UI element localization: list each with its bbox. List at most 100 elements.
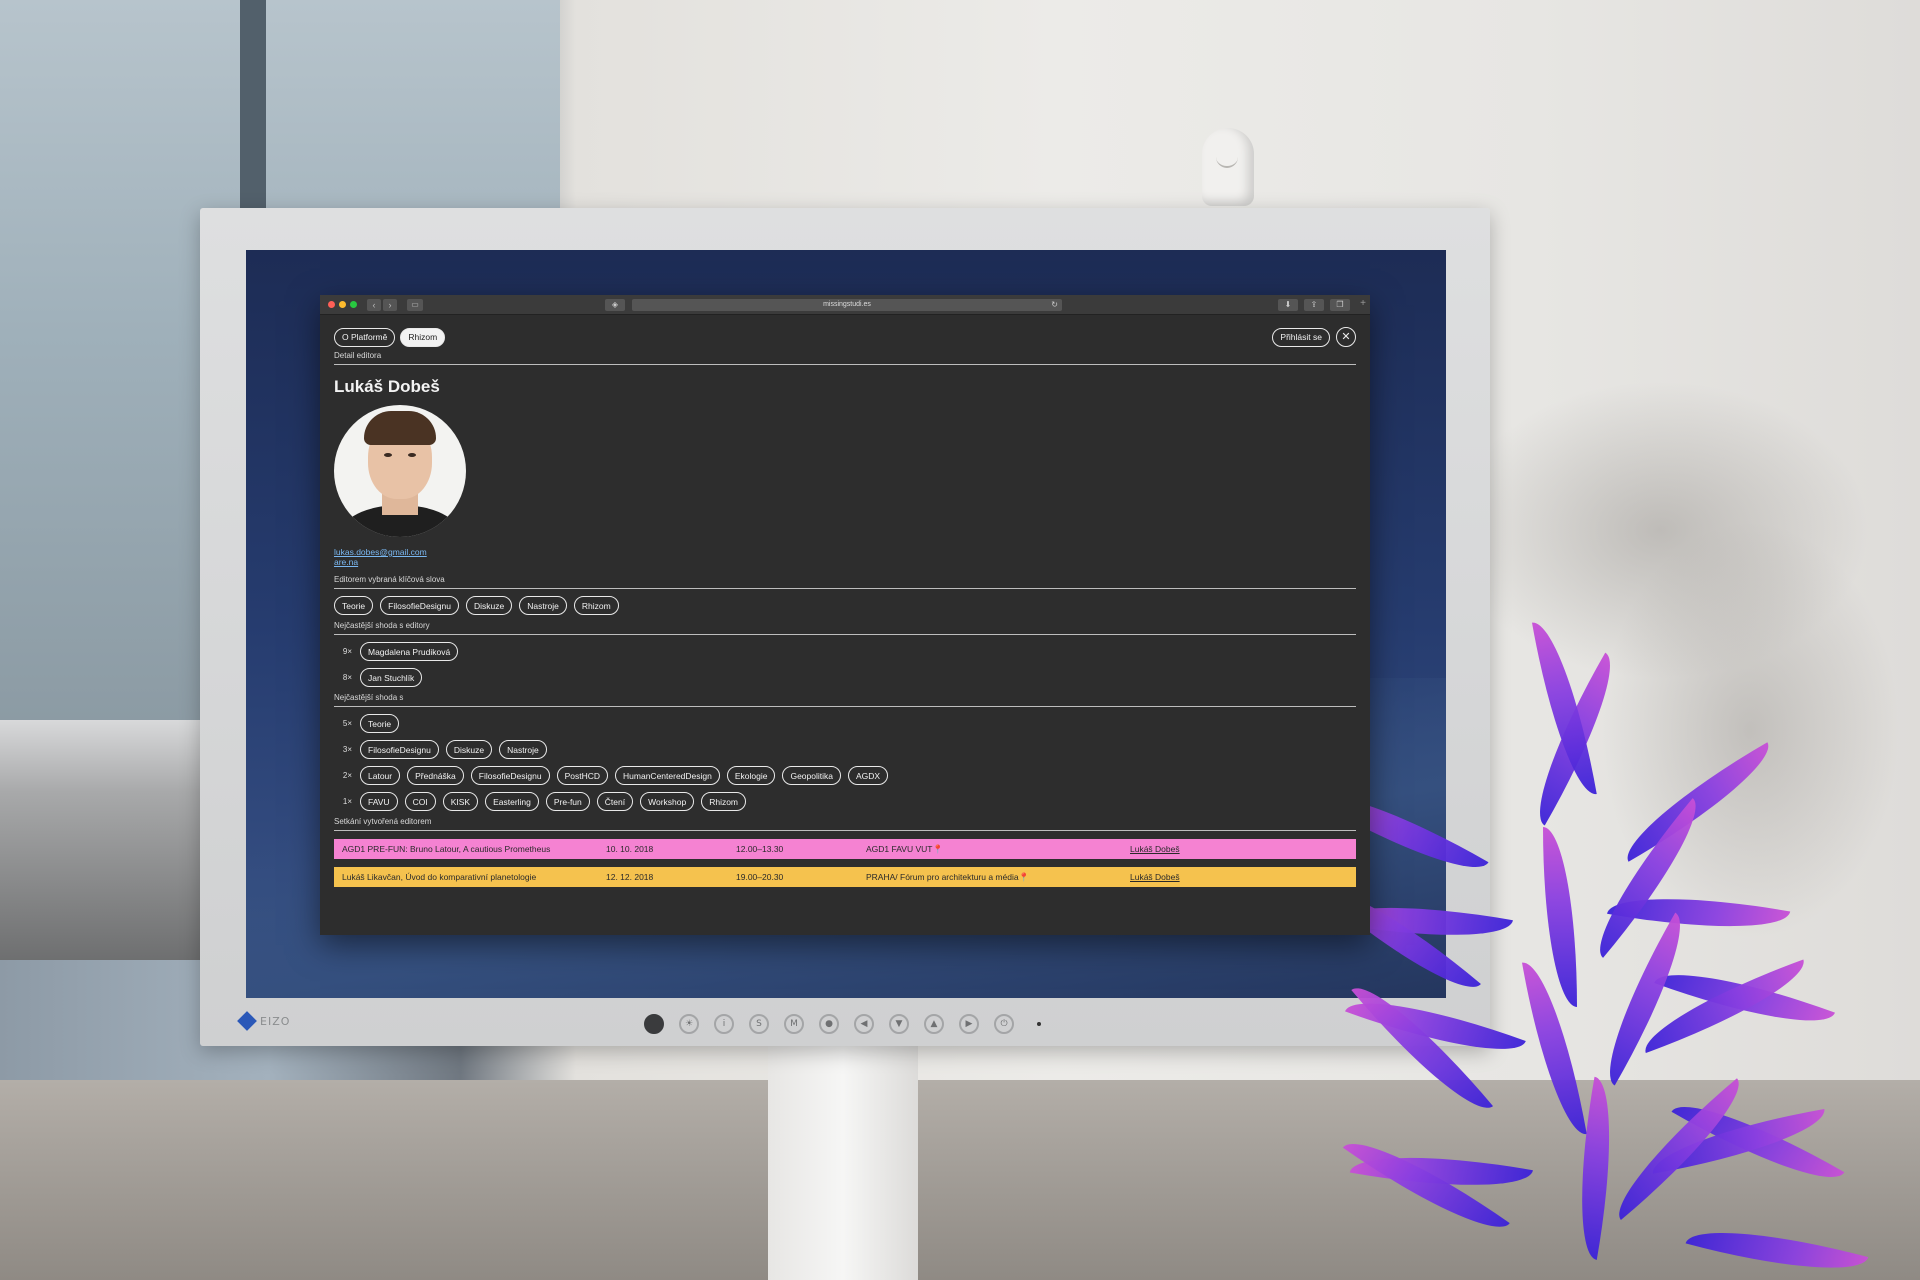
sidebar-toggle-icon[interactable]: ▭ bbox=[407, 298, 423, 311]
match-tag[interactable]: PostHCD bbox=[556, 766, 609, 785]
match-tag[interactable]: HumanCenteredDesign bbox=[615, 766, 720, 785]
event-title: AGD1 PRE-FUN: Bruno Latour, A cautious P… bbox=[342, 844, 551, 854]
location-pin-icon: 📍 bbox=[932, 843, 944, 854]
downloads-icon[interactable]: ⬇ bbox=[1278, 299, 1298, 311]
match-tag[interactable]: Diskuze bbox=[445, 740, 493, 759]
event-row[interactable]: Lukáš Likavčan, Úvod do komparativní pla… bbox=[334, 867, 1356, 887]
event-date: 10. 10. 2018 bbox=[606, 844, 654, 854]
keyword-tag[interactable]: Teorie bbox=[334, 596, 374, 615]
down-button[interactable]: ▼ bbox=[889, 1014, 909, 1034]
editor-match-row: 9× Magdalena Prudiková bbox=[334, 642, 1356, 661]
editor-tag[interactable]: Magdalena Prudiková bbox=[360, 642, 459, 661]
match-tag[interactable]: FilosofieDesignu bbox=[470, 766, 550, 785]
close-icon[interactable]: ✕ bbox=[1336, 327, 1356, 347]
location-pin-icon: 📍 bbox=[1018, 871, 1030, 882]
address-bar[interactable]: missingstudi.es ↻ bbox=[632, 299, 1062, 311]
match-tag[interactable]: Přednáška bbox=[407, 766, 464, 785]
editor-tag[interactable]: Jan Stuchlík bbox=[360, 668, 423, 687]
left-button[interactable]: ◀ bbox=[854, 1014, 874, 1034]
maximize-window-button[interactable] bbox=[350, 301, 357, 308]
brand-logo-icon bbox=[237, 1011, 257, 1031]
match-tag[interactable]: Latour bbox=[360, 766, 401, 785]
monitor-stand bbox=[768, 1040, 918, 1280]
match-tag[interactable]: COI bbox=[404, 792, 436, 811]
event-row[interactable]: AGD1 PRE-FUN: Bruno Latour, A cautious P… bbox=[334, 839, 1356, 859]
match-tag[interactable]: Nastroje bbox=[499, 740, 547, 759]
power-button[interactable]: ⏻ bbox=[994, 1014, 1014, 1034]
keyword-tag[interactable]: Rhizom bbox=[573, 596, 619, 615]
login-button[interactable]: Přihlásit se bbox=[1272, 327, 1330, 347]
enter-button[interactable]: ● bbox=[819, 1014, 839, 1034]
forward-button[interactable]: › bbox=[383, 298, 397, 311]
plant-leaf bbox=[1351, 968, 1494, 1128]
match-count: 8× bbox=[342, 673, 352, 682]
tag-match-row: 1× FAVU COI KISK Easterling Pre-fun Čten… bbox=[334, 792, 1356, 811]
events-heading: Setkání vytvořená editorem bbox=[334, 817, 1356, 831]
m-button[interactable]: M bbox=[784, 1014, 804, 1034]
tag-match-row: 5× Teorie bbox=[334, 714, 1356, 733]
nav-platform-button[interactable]: O Platformě bbox=[334, 327, 396, 347]
tabs-overview-icon[interactable]: ❐ bbox=[1330, 299, 1350, 311]
avatar-hair bbox=[364, 411, 436, 445]
editor-name: Lukáš Dobeš bbox=[334, 377, 440, 396]
right-button[interactable]: ▶ bbox=[959, 1014, 979, 1034]
match-tag[interactable]: Teorie bbox=[360, 714, 400, 733]
match-tag[interactable]: Ekologie bbox=[726, 766, 776, 785]
event-place-text: PRAHA/ Fórum pro architekturu a média bbox=[866, 871, 1019, 882]
keyword-tag[interactable]: FilosofieDesignu bbox=[380, 596, 459, 615]
match-tag[interactable]: KISK bbox=[442, 792, 479, 811]
page-content: O Platformě Rhizom Přihlásit se ✕ Detail… bbox=[320, 315, 1370, 899]
plant-leaf bbox=[1611, 742, 1785, 862]
nav-rhizom-button[interactable]: Rhizom bbox=[400, 327, 446, 347]
top-right-actions: Přihlásit se ✕ bbox=[1272, 327, 1356, 347]
avatar-eye bbox=[408, 453, 416, 457]
match-tag[interactable]: Rhizom bbox=[701, 792, 747, 811]
match-tag[interactable]: FilosofieDesignu bbox=[360, 740, 439, 759]
match-tag[interactable]: Workshop bbox=[640, 792, 695, 811]
reload-icon[interactable]: ↻ bbox=[1051, 299, 1058, 311]
keyword-tag[interactable]: Diskuze bbox=[466, 596, 513, 615]
email-link[interactable]: lukas.dobes@gmail.com bbox=[334, 547, 1356, 557]
tag-match-row: 3× FilosofieDesignu Diskuze Nastroje bbox=[334, 740, 1356, 759]
tag-match-heading: Nejčastější shoda s bbox=[334, 693, 1356, 707]
event-list: AGD1 PRE-FUN: Bruno Latour, A cautious P… bbox=[334, 839, 1356, 887]
privacy-shield-icon[interactable]: ◈ bbox=[605, 299, 625, 311]
event-time: 12.00–13.30 bbox=[736, 844, 784, 854]
input-button[interactable] bbox=[644, 1014, 664, 1034]
arena-link[interactable]: are.na bbox=[334, 557, 1356, 567]
match-tag[interactable]: Easterling bbox=[485, 792, 539, 811]
match-tag[interactable]: FAVU bbox=[360, 792, 398, 811]
match-tag[interactable]: Pre-fun bbox=[545, 792, 590, 811]
back-button[interactable]: ‹ bbox=[367, 298, 381, 311]
s-button[interactable]: S bbox=[749, 1014, 769, 1034]
brightness-button[interactable]: ☀ bbox=[679, 1014, 699, 1034]
info-button[interactable]: i bbox=[714, 1014, 734, 1034]
event-editor-link[interactable]: Lukáš Dobeš bbox=[1130, 872, 1180, 882]
match-tag[interactable]: Geopolitika bbox=[782, 766, 841, 785]
browser-titlebar: ‹ › ▭ ◈ missingstudi.es ↻ ⬇ ⇪ ❐ + bbox=[320, 295, 1370, 315]
match-tag[interactable]: Čtení bbox=[596, 792, 634, 811]
avatar bbox=[334, 405, 466, 537]
new-tab-icon[interactable]: + bbox=[1360, 298, 1366, 309]
event-title: Lukáš Likavčan, Úvod do komparativní pla… bbox=[342, 872, 537, 882]
event-editor-link[interactable]: Lukáš Dobeš bbox=[1130, 844, 1180, 854]
event-date: 12. 12. 2018 bbox=[606, 872, 654, 882]
match-count: 5× bbox=[342, 719, 352, 728]
plant-leaf bbox=[1543, 827, 1577, 1007]
minimize-window-button[interactable] bbox=[339, 301, 346, 308]
match-count: 9× bbox=[342, 647, 352, 656]
editor-match-heading: Nejčastější shoda s editory bbox=[334, 621, 1356, 635]
plant-leaf bbox=[1342, 1119, 1510, 1251]
keyword-tag[interactable]: Nastroje bbox=[519, 596, 567, 615]
top-navigation: O Platformě Rhizom bbox=[334, 327, 1356, 347]
editor-links: lukas.dobes@gmail.com are.na bbox=[334, 547, 1356, 567]
event-place: PRAHA/ Fórum pro architekturu a média📍 bbox=[866, 872, 1130, 883]
brand-name: EIZO bbox=[260, 1014, 291, 1028]
match-tag[interactable]: AGDX bbox=[848, 766, 889, 785]
close-window-button[interactable] bbox=[328, 301, 335, 308]
share-icon[interactable]: ⇪ bbox=[1304, 299, 1324, 311]
event-place: AGD1 FAVU VUT📍 bbox=[866, 844, 1130, 855]
window-controls bbox=[328, 301, 357, 308]
tag-match-row: 2× Latour Přednáška FilosofieDesignu Pos… bbox=[334, 766, 1356, 785]
up-button[interactable]: ▲ bbox=[924, 1014, 944, 1034]
